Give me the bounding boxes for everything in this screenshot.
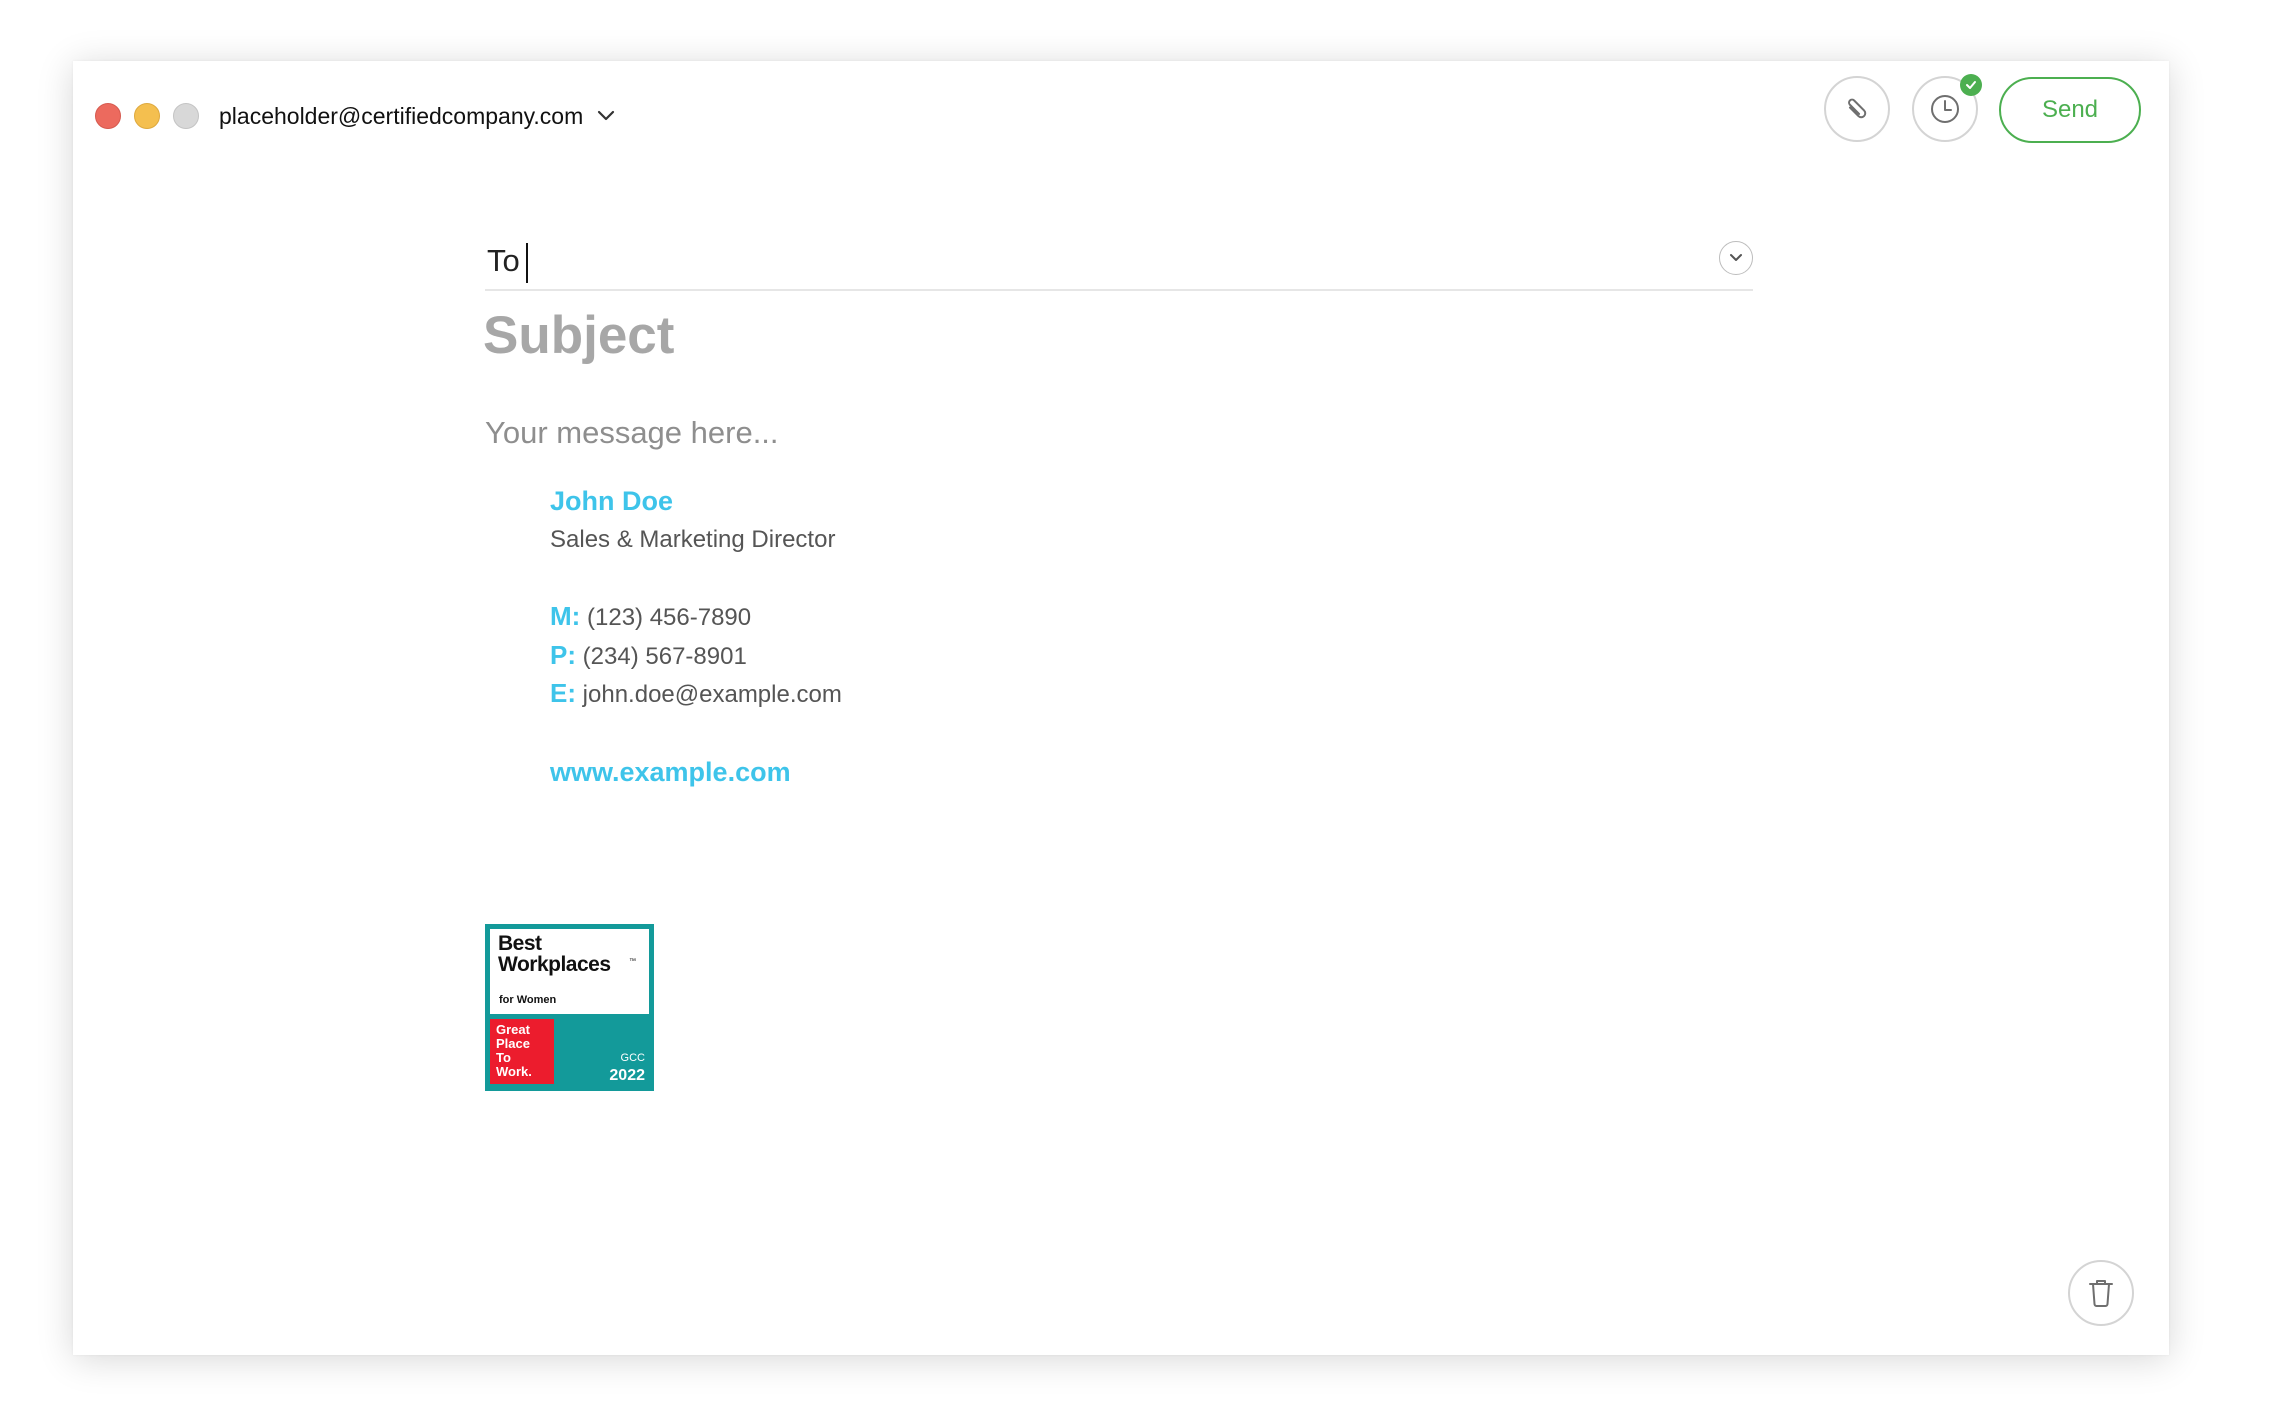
badge-title: Best Workplaces	[498, 933, 611, 975]
signature-phone: P: (234) 567-8901	[550, 640, 747, 671]
mobile-label: M:	[550, 601, 581, 631]
badge-year: 2022	[609, 1067, 645, 1084]
signature-name: John Doe	[550, 486, 674, 516]
clock-icon	[1931, 95, 1959, 123]
chevron-down-icon	[598, 110, 615, 121]
to-field-row: To	[485, 231, 1753, 291]
compose-window: placeholder@certifiedcompany.com Send To	[73, 61, 2169, 1355]
signature-title: Sales & Marketing Director	[550, 526, 836, 553]
chevron-down-icon	[1730, 254, 1742, 261]
to-label: To	[487, 243, 520, 278]
paperclip-icon	[1848, 98, 1867, 119]
email-label: E:	[550, 678, 576, 708]
schedule-send-button[interactable]	[1912, 74, 1982, 142]
badge-region: GCC	[620, 1052, 645, 1064]
signature-website-link[interactable]: www.example.com	[550, 757, 791, 788]
discard-draft-button[interactable]	[2068, 1260, 2134, 1326]
text-cursor	[526, 243, 528, 283]
close-window-button[interactable]	[95, 103, 121, 129]
gptw-line2: Place	[496, 1036, 530, 1051]
badge-trademark: ™	[629, 958, 636, 965]
best-workplaces-badge: Best Workplaces ™ for Women Great Place …	[485, 924, 654, 1091]
badge-white-panel: Best Workplaces ™ for Women	[490, 929, 649, 1014]
scheduled-check-icon	[1960, 74, 1982, 96]
cc-bcc-toggle-button[interactable]	[1719, 241, 1753, 275]
gptw-line3: To	[496, 1050, 511, 1065]
great-place-to-work-logo: Great Place To Work.	[490, 1019, 554, 1084]
account-email: placeholder@certifiedcompany.com	[219, 102, 584, 129]
badge-subtitle: for Women	[499, 994, 557, 1006]
badge-title-line2: Workplaces	[498, 953, 611, 976]
badge-title-line1: Best	[498, 932, 542, 955]
gptw-line4: Work.	[496, 1064, 532, 1079]
subject-field[interactable]: Subject	[483, 305, 674, 366]
to-input[interactable]	[531, 239, 1681, 281]
message-body[interactable]: Your message here...	[485, 415, 779, 451]
minimize-window-button[interactable]	[134, 103, 160, 129]
signature-mobile: M: (123) 456-7890	[550, 601, 751, 632]
trash-icon	[2089, 1280, 2113, 1307]
zoom-window-button[interactable]	[173, 103, 199, 129]
mobile-number: (123) 456-7890	[587, 604, 752, 631]
account-selector[interactable]: placeholder@certifiedcompany.com	[219, 99, 615, 133]
signature-email: E: john.doe@example.com	[550, 678, 842, 709]
email-address[interactable]: john.doe@example.com	[583, 681, 842, 708]
phone-number: (234) 567-8901	[582, 643, 747, 670]
phone-label: P:	[550, 640, 576, 670]
send-button[interactable]: Send	[1999, 77, 2141, 143]
gptw-text: Great Place To Work.	[496, 1023, 532, 1079]
attach-button[interactable]	[1824, 76, 1890, 142]
gptw-line1: Great	[496, 1022, 530, 1037]
